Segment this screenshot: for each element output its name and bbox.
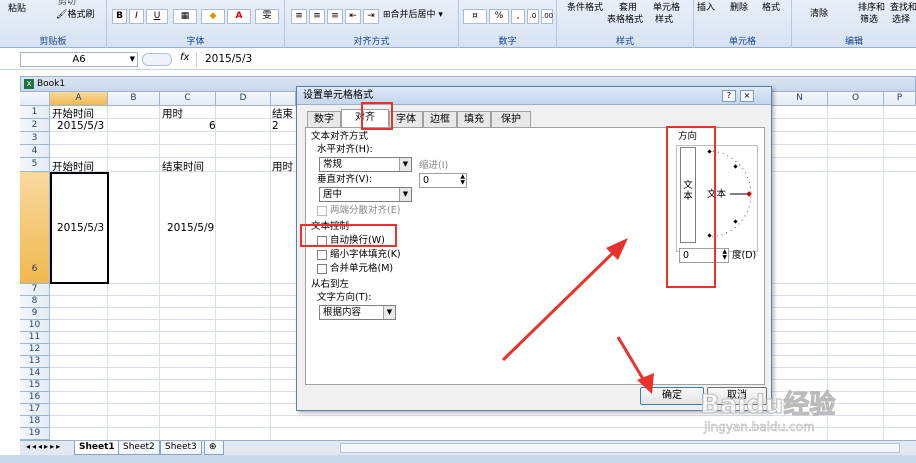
watermark-brand: Baidu经验 [699,390,836,421]
watermark-url: jingyan.baidu.com [704,420,815,435]
